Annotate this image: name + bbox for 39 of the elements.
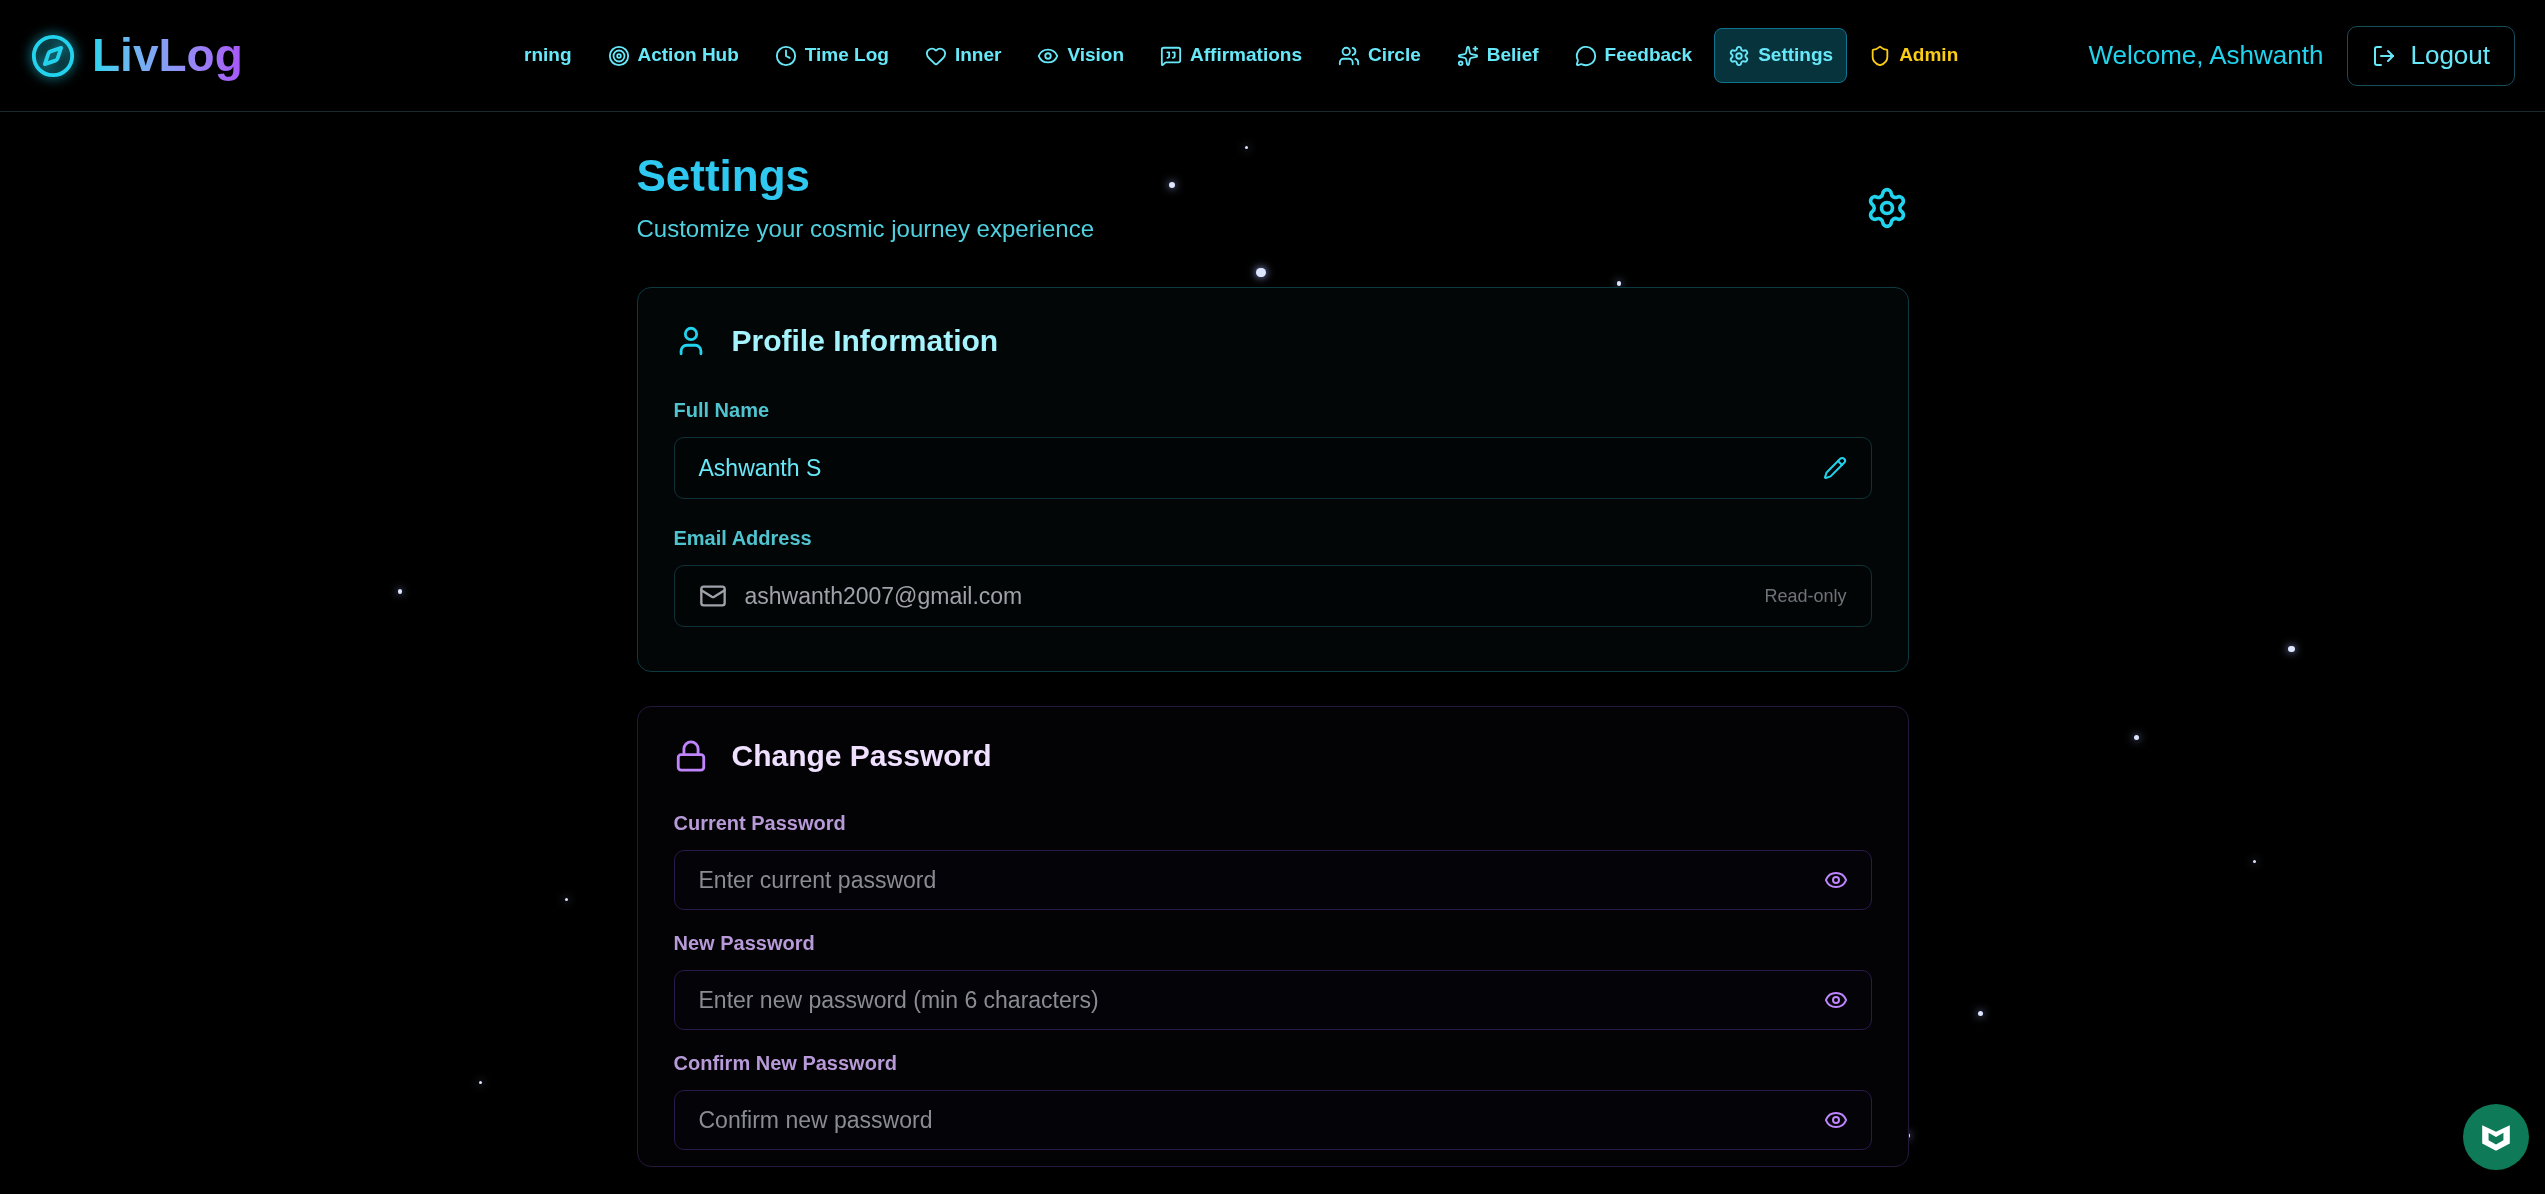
nav-link[interactable]: Settings xyxy=(1714,28,1848,83)
logout-button[interactable]: Logout xyxy=(2347,25,2515,86)
welcome-text: Welcome, Ashwanth xyxy=(2088,39,2324,72)
nav-link[interactable]: Affirmations xyxy=(1146,28,1316,83)
compass-icon xyxy=(30,32,76,79)
nav-icon xyxy=(1160,44,1183,67)
nav-link[interactable]: Circle xyxy=(1323,28,1435,83)
nav-icon xyxy=(1337,44,1360,67)
field-value: Ashwanth S xyxy=(698,453,822,483)
page-subtitle: Customize your cosmic journey experience xyxy=(636,214,1095,244)
nav-link[interactable]: Belief xyxy=(1442,28,1553,83)
password-field[interactable]: Confirm new password xyxy=(673,1090,1872,1150)
nav-icon xyxy=(774,44,797,67)
nav-icon xyxy=(1728,44,1751,67)
nav-icon xyxy=(607,44,630,67)
field-label: Full Name xyxy=(673,398,771,423)
field-label: New Password xyxy=(673,931,816,956)
card-title: Profile Information xyxy=(731,323,999,359)
nav-link[interactable]: Vision xyxy=(1023,28,1139,83)
nav-link[interactable]: Action Hub xyxy=(593,28,753,83)
nav-link[interactable]: Admin xyxy=(1855,28,1973,83)
page-title: Settings xyxy=(636,150,811,202)
field-label: Confirm New Password xyxy=(673,1051,898,1076)
nav-link[interactable]: Time Log xyxy=(760,28,903,83)
nav-link[interactable]: Feedback xyxy=(1560,28,1707,83)
nav-link[interactable]: Inner xyxy=(910,28,1016,83)
password-field[interactable]: Enter new password (min 6 characters) xyxy=(673,970,1872,1030)
read-only-note: Read-only xyxy=(1764,584,1847,608)
name-field[interactable]: Ashwanth S xyxy=(673,437,1872,499)
field-value: ashwanth2007@gmail.com xyxy=(744,581,1023,611)
field-label: Email Address xyxy=(673,526,813,551)
logout-icon xyxy=(2372,43,2397,68)
nav-icon xyxy=(1574,44,1597,67)
card-title: Change Password xyxy=(731,738,992,774)
nav-link[interactable]: rning xyxy=(510,28,586,83)
pencil-icon[interactable] xyxy=(1822,456,1847,480)
nav-icon xyxy=(1456,44,1479,67)
password-field[interactable]: Enter current password xyxy=(673,850,1872,910)
field-label: Current Password xyxy=(673,811,847,836)
